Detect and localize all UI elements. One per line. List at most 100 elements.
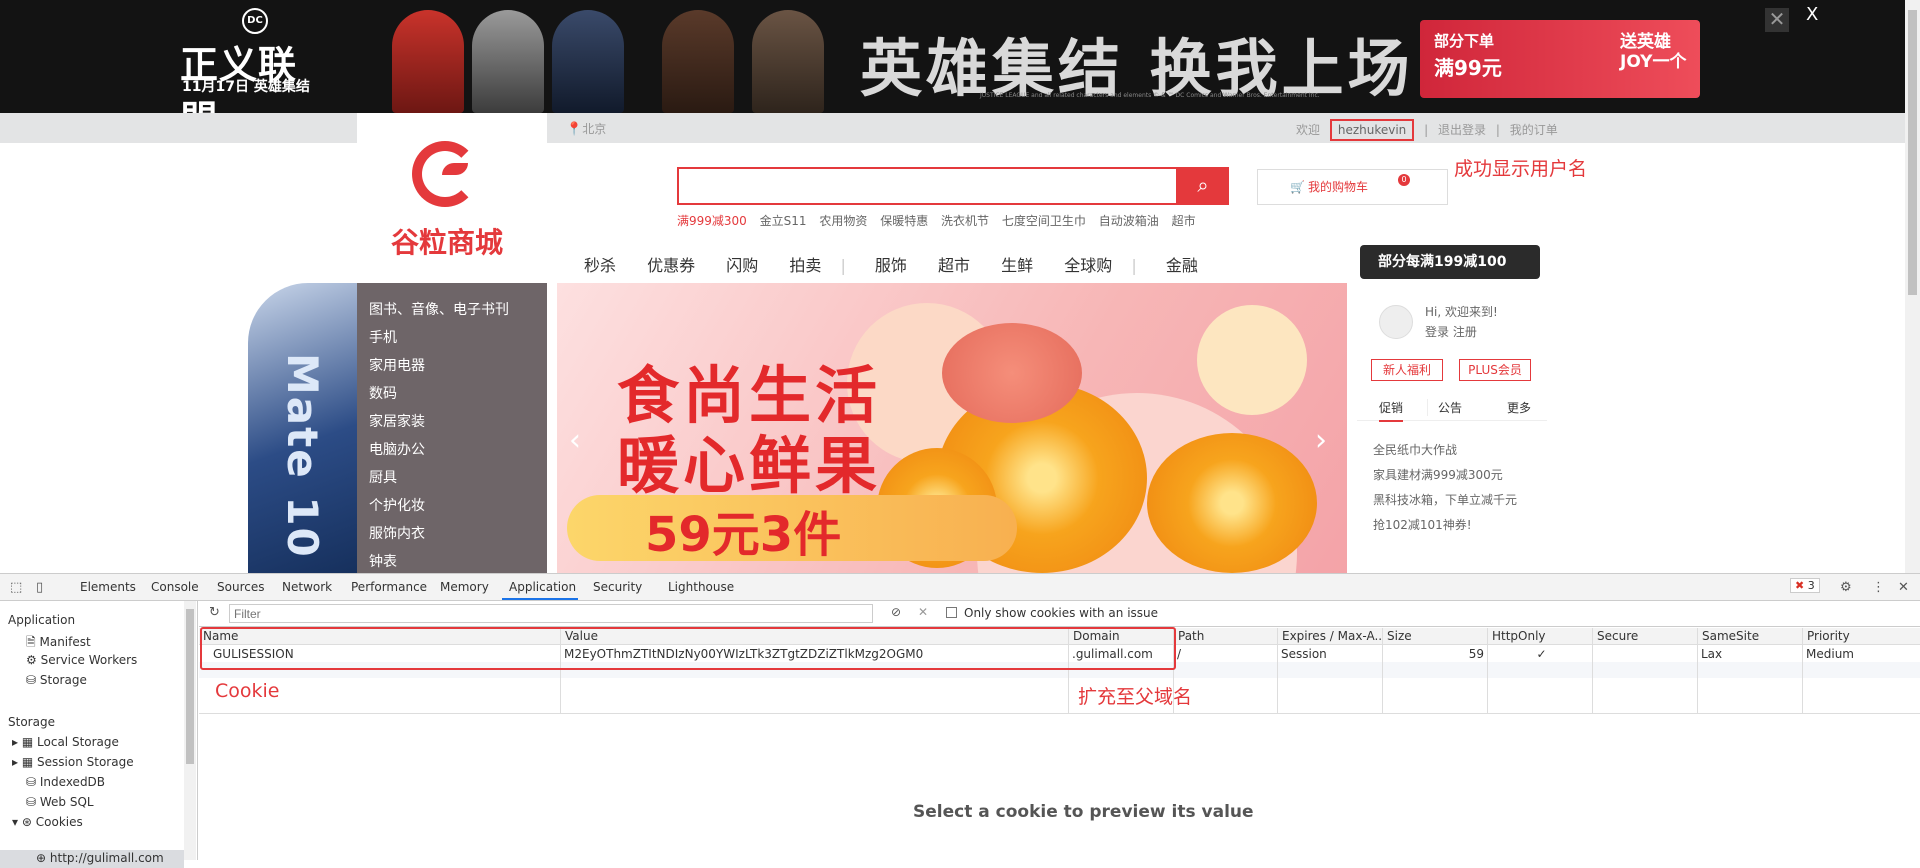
issue-checkbox[interactable] <box>946 607 957 618</box>
news-item[interactable]: 抢102减101神券! <box>1373 516 1472 533</box>
close-icon[interactable]: ✕ <box>1898 580 1909 595</box>
tab-performance[interactable]: Performance <box>351 580 427 594</box>
cookie-expires[interactable]: Session <box>1277 646 1382 663</box>
category-item[interactable]: 图书、音像、电子书刊 <box>357 296 547 324</box>
orders-link[interactable]: 我的订单 <box>1510 123 1558 137</box>
newuser-button[interactable]: 新人福利 <box>1371 359 1443 381</box>
top-ad-banner[interactable]: DC 正义联盟 11月17日 英雄集结 英雄集结 换我上场 JUSTICE LE… <box>0 0 1905 113</box>
tab-sources[interactable]: Sources <box>217 580 264 594</box>
avatar[interactable] <box>1379 305 1413 339</box>
nav-item[interactable]: 拍卖 <box>789 256 821 275</box>
category-item[interactable]: 家用电器 <box>357 352 547 380</box>
carousel-slide[interactable]: 食尚生活 暖心鲜果 59元3件 ‹ › <box>557 283 1347 573</box>
sidebar-item-service-workers[interactable]: ⚙ Service Workers <box>26 653 137 667</box>
promo-tag[interactable]: 部分每满199减100 <box>1360 245 1540 279</box>
column-header-priority[interactable]: Priority <box>1802 628 1920 645</box>
tab-console[interactable]: Console <box>151 580 199 594</box>
hotword[interactable]: 满999减300 <box>677 214 747 228</box>
category-item[interactable]: 电脑办公 <box>357 436 547 464</box>
sidebar-item-cookie-origin[interactable]: ⊕ http://gulimall.com <box>36 851 164 865</box>
tab-security[interactable]: Security <box>593 580 642 594</box>
column-header-size[interactable]: Size <box>1382 628 1487 645</box>
tab-more[interactable]: 更多 <box>1507 399 1531 416</box>
category-item[interactable]: 手机 <box>357 324 547 352</box>
banner-close-button[interactable]: X <box>1806 4 1818 25</box>
category-item[interactable]: 厨具 <box>357 464 547 492</box>
tab-memory[interactable]: Memory <box>440 580 489 594</box>
nav-item[interactable]: 生鲜 <box>1001 256 1033 275</box>
sidebar-scrollbar[interactable] <box>184 601 196 860</box>
hotword[interactable]: 农用物资 <box>819 214 867 228</box>
sidebar-item-indexeddb[interactable]: ⛁ IndexedDB <box>26 775 105 789</box>
hotword[interactable]: 保暖特惠 <box>880 214 928 228</box>
cookie-samesite[interactable]: Lax <box>1697 646 1802 663</box>
carousel-next-icon[interactable]: › <box>1315 423 1327 458</box>
cart-button[interactable]: 🛒 我的购物车 0 <box>1257 169 1448 205</box>
column-header-samesite[interactable]: SameSite <box>1697 628 1802 645</box>
scrollbar-thumb[interactable] <box>186 609 194 764</box>
tab-lighthouse[interactable]: Lighthouse <box>668 580 734 594</box>
cookie-secure[interactable] <box>1592 646 1697 663</box>
tab-promo[interactable]: 促销 <box>1379 399 1404 422</box>
tab-application[interactable]: Application <box>509 580 576 594</box>
cookie-httponly[interactable]: ✓ <box>1487 646 1592 663</box>
sidebar-item-storage[interactable]: ⛁ Storage <box>26 673 87 687</box>
category-item[interactable]: 个护化妆 <box>357 492 547 520</box>
page-scrollbar[interactable] <box>1905 0 1920 573</box>
cookie-size[interactable]: 59 <box>1382 646 1484 663</box>
error-badge[interactable]: ✖ 3 <box>1790 578 1820 593</box>
nav-item[interactable]: 金融 <box>1166 256 1198 275</box>
sidebar-item-local-storage[interactable]: ▸ ▦ Local Storage <box>12 735 119 749</box>
store-logo[interactable]: 谷粒商城 <box>357 113 547 283</box>
clear-all-icon[interactable]: ⊘ <box>891 605 901 619</box>
tab-notice[interactable]: 公告 <box>1427 399 1462 416</box>
nav-item[interactable]: 优惠券 <box>647 256 695 275</box>
login-register-link[interactable]: 登录 注册 <box>1425 323 1477 340</box>
nav-item[interactable]: 服饰 <box>875 256 907 275</box>
category-item[interactable]: 钟表 <box>357 548 547 573</box>
plus-button[interactable]: PLUS会员 <box>1459 359 1531 381</box>
column-header-httponly[interactable]: HttpOnly <box>1487 628 1592 645</box>
location[interactable]: 📍北京 <box>566 120 606 137</box>
sidebar-item-session-storage[interactable]: ▸ ▦ Session Storage <box>12 755 134 769</box>
nav-item[interactable]: 秒杀 <box>584 256 616 275</box>
cookie-path[interactable]: / <box>1173 646 1277 663</box>
more-icon[interactable]: ⋮ <box>1872 580 1885 595</box>
column-header-secure[interactable]: Secure <box>1592 628 1697 645</box>
news-item[interactable]: 全民纸巾大作战 <box>1373 441 1457 458</box>
delete-icon[interactable]: ✕ <box>918 605 928 619</box>
phone-ad[interactable]: Mate 10 <box>248 283 358 573</box>
refresh-icon[interactable]: ↻ <box>209 605 220 620</box>
column-header-expires[interactable]: Expires / Max-A... <box>1277 628 1382 645</box>
carousel-prev-icon[interactable]: ‹ <box>569 423 581 458</box>
sidebar-item-websql[interactable]: ⛁ Web SQL <box>26 795 94 809</box>
close-icon[interactable]: ✕ <box>1765 8 1789 32</box>
hotword[interactable]: 金立S11 <box>760 214 807 228</box>
sidebar-item-cookies[interactable]: ▾ ⊛ Cookies <box>12 815 83 829</box>
device-toggle-icon[interactable]: ▯ <box>36 580 43 595</box>
hotword[interactable]: 七度空间卫生巾 <box>1002 214 1086 228</box>
tab-network[interactable]: Network <box>282 580 332 594</box>
nav-item[interactable]: 超市 <box>938 256 970 275</box>
nav-item[interactable]: 全球购 <box>1064 256 1112 275</box>
inspect-icon[interactable]: ⬚ <box>10 580 22 595</box>
column-header-path[interactable]: Path <box>1173 628 1277 645</box>
news-item[interactable]: 黑科技冰箱，下单立减千元 <box>1373 491 1517 508</box>
category-item[interactable]: 家居家装 <box>357 408 547 436</box>
logout-link[interactable]: 退出登录 <box>1438 123 1486 137</box>
search-button[interactable]: ⌕ <box>1177 167 1229 205</box>
tab-elements[interactable]: Elements <box>80 580 136 594</box>
category-item[interactable]: 数码 <box>357 380 547 408</box>
hotword[interactable]: 洗衣机节 <box>941 214 989 228</box>
gear-icon[interactable]: ⚙ <box>1840 580 1852 595</box>
category-item[interactable]: 服饰内衣 <box>357 520 547 548</box>
cookie-priority[interactable]: Medium <box>1802 646 1920 663</box>
hotword[interactable]: 超市 <box>1172 214 1196 228</box>
scrollbar-thumb[interactable] <box>1908 10 1917 295</box>
filter-input[interactable] <box>229 604 873 623</box>
hotword[interactable]: 自动波箱油 <box>1099 214 1159 228</box>
search-input[interactable] <box>677 167 1178 205</box>
news-item[interactable]: 家具建材满999减300元 <box>1373 466 1503 483</box>
nav-item[interactable]: 闪购 <box>726 256 758 275</box>
sidebar-item-manifest[interactable]: 🗎 Manifest <box>26 633 91 654</box>
